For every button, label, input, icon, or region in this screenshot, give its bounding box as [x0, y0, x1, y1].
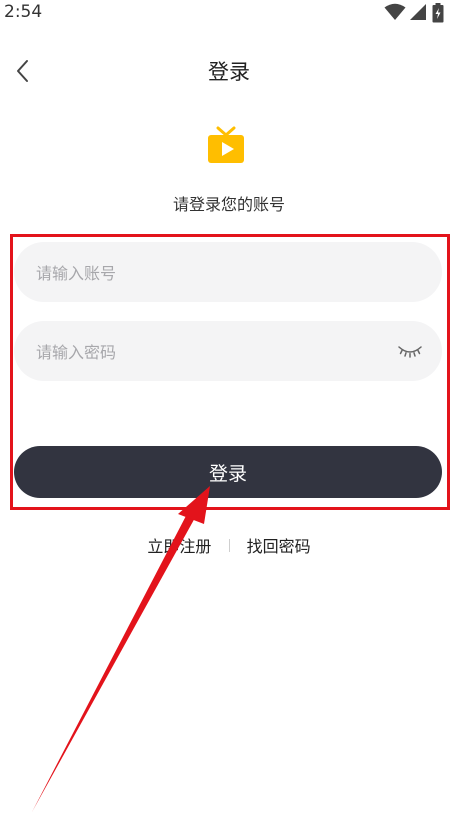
- nav-bar: 登录: [0, 48, 458, 92]
- password-input[interactable]: [34, 321, 388, 383]
- tv-play-icon: [208, 126, 244, 163]
- login-button[interactable]: 登录: [14, 446, 442, 498]
- status-time: 2:54: [4, 2, 43, 22]
- recover-password-link[interactable]: 找回密码: [247, 533, 311, 557]
- status-icons: [384, 3, 450, 23]
- password-field[interactable]: [14, 321, 442, 383]
- signal-icon: [410, 4, 426, 20]
- battery-charging-icon: [432, 3, 444, 23]
- register-link[interactable]: 立即注册: [147, 533, 211, 557]
- eye-closed-icon[interactable]: [398, 344, 422, 358]
- account-field[interactable]: [14, 242, 442, 304]
- status-bar: 2:54: [0, 0, 458, 26]
- wifi-icon: [384, 3, 406, 20]
- link-divider: [228, 538, 230, 552]
- page-title: 登录: [208, 60, 250, 84]
- footer-links: 立即注册 找回密码: [0, 533, 458, 557]
- account-input[interactable]: [34, 242, 388, 304]
- login-subtitle: 请登录您的账号: [172, 195, 285, 214]
- annotation-arrow: [32, 486, 210, 812]
